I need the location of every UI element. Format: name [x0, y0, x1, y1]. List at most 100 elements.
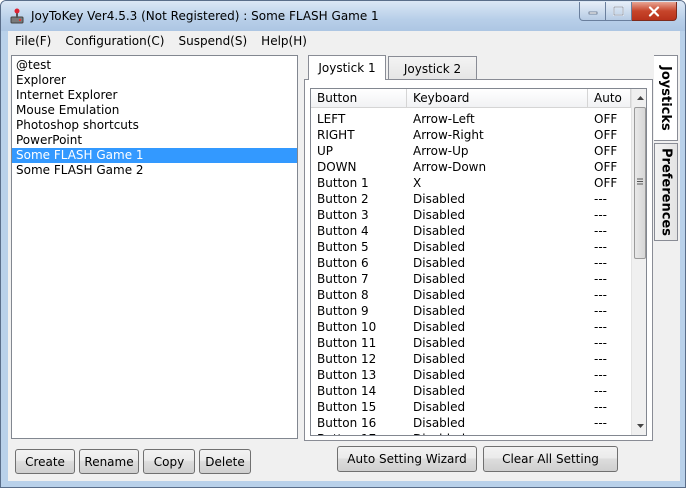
table-row[interactable]: Button 6 Disabled ---: [311, 255, 631, 271]
maximize-button[interactable]: [606, 2, 632, 21]
rename-button[interactable]: Rename: [79, 449, 139, 474]
joystick-tab-pane: Button Keyboard Auto LEFT Arrow-Left OFF RI…: [304, 79, 653, 441]
close-button[interactable]: [632, 2, 677, 21]
menu-help[interactable]: Help(H): [254, 34, 314, 48]
cell-keyboard: Disabled: [413, 352, 466, 366]
create-button[interactable]: Create: [15, 449, 75, 474]
cell-button: Button 3: [317, 208, 369, 222]
header-keyboard[interactable]: Keyboard: [407, 89, 588, 108]
table-row[interactable]: Button 11 Disabled ---: [311, 335, 631, 351]
cell-button: Button 8: [317, 288, 369, 302]
cell-button: LEFT: [317, 112, 346, 126]
list-item[interactable]: Some FLASH Game 2: [12, 163, 297, 178]
tab-preferences[interactable]: Preferences: [654, 143, 678, 241]
list-item[interactable]: PowerPoint: [12, 133, 297, 148]
header-auto[interactable]: Auto: [588, 89, 631, 108]
header-button[interactable]: Button: [311, 89, 407, 108]
cell-auto: OFF: [594, 112, 618, 126]
cell-button: Button 11: [317, 336, 377, 350]
cell-button: Button 17: [317, 431, 376, 435]
table-row[interactable]: RIGHT Arrow-Right OFF: [311, 127, 631, 143]
cell-keyboard: Disabled: [413, 288, 466, 302]
table-row[interactable]: LEFT Arrow-Left OFF: [311, 111, 631, 127]
cell-auto: OFF: [594, 160, 618, 174]
minimize-button[interactable]: [579, 2, 606, 21]
cell-button: Button 15: [317, 400, 377, 414]
cell-button: Button 4: [317, 224, 369, 238]
list-item[interactable]: Photoshop shortcuts: [12, 118, 297, 133]
cell-auto: OFF: [594, 144, 618, 158]
scroll-down-button[interactable]: [632, 417, 646, 434]
minimize-icon: [588, 11, 597, 15]
table-row[interactable]: Button 12 Disabled ---: [311, 351, 631, 367]
cell-auto: ---: [594, 192, 607, 206]
table-row[interactable]: Button 3 Disabled ---: [311, 207, 631, 223]
menu-file[interactable]: File(F): [8, 34, 58, 48]
table-row[interactable]: Button 14 Disabled ---: [311, 383, 631, 399]
cell-button: Button 1: [317, 176, 369, 190]
tab-joysticks[interactable]: Joysticks: [654, 55, 678, 141]
table-row[interactable]: Button 15 Disabled ---: [311, 399, 631, 415]
cell-keyboard: Arrow-Left: [413, 112, 475, 126]
cell-keyboard: Disabled: [413, 416, 466, 430]
table-row[interactable]: Button 2 Disabled ---: [311, 191, 631, 207]
cell-auto: ---: [594, 208, 607, 222]
cell-keyboard: Disabled: [413, 192, 466, 206]
cell-auto: ---: [594, 400, 607, 414]
table-row[interactable]: Button 13 Disabled ---: [311, 367, 631, 383]
table-header: Button Keyboard Auto: [311, 89, 631, 108]
cell-keyboard: Disabled: [413, 384, 466, 398]
table-row[interactable]: Button 7 Disabled ---: [311, 271, 631, 287]
close-icon: [648, 5, 660, 17]
cell-keyboard: Disabled: [413, 368, 466, 382]
table-row[interactable]: Button 16 Disabled ---: [311, 415, 631, 431]
scroll-thumb[interactable]: [634, 107, 646, 259]
title-bar[interactable]: JoyToKey Ver4.5.3 (Not Registered) : Som…: [1, 1, 685, 31]
cell-keyboard: Disabled: [413, 224, 466, 238]
table-row[interactable]: Button 5 Disabled ---: [311, 239, 631, 255]
maximize-icon: [613, 6, 624, 16]
delete-button[interactable]: Delete: [199, 449, 251, 474]
auto-setting-wizard-button[interactable]: Auto Setting Wizard: [337, 446, 477, 472]
copy-button[interactable]: Copy: [143, 449, 195, 474]
list-item[interactable]: Explorer: [12, 73, 297, 88]
cell-keyboard: Arrow-Up: [413, 144, 469, 158]
table-row[interactable]: Button 8 Disabled ---: [311, 287, 631, 303]
cell-auto: ---: [594, 256, 607, 270]
tab-preferences-label: Preferences: [658, 148, 674, 236]
clear-all-setting-button[interactable]: Clear All Setting: [483, 446, 618, 472]
cell-auto: ---: [594, 384, 607, 398]
menu-configuration[interactable]: Configuration(C): [58, 34, 171, 48]
window-title: JoyToKey Ver4.5.3 (Not Registered) : Som…: [31, 9, 379, 23]
grip-icon: [637, 178, 643, 185]
arrow-up-icon: [636, 95, 644, 100]
table-row[interactable]: Button 17 Disabled ---: [311, 431, 631, 435]
cell-keyboard: Disabled: [413, 272, 466, 286]
table-row[interactable]: DOWN Arrow-Down OFF: [311, 159, 631, 175]
scroll-up-button[interactable]: [632, 89, 646, 106]
table-row[interactable]: Button 1 X OFF: [311, 175, 631, 191]
table-row[interactable]: Button 9 Disabled ---: [311, 303, 631, 319]
button-mapping-table: Button Keyboard Auto LEFT Arrow-Left OFF RI…: [310, 88, 647, 436]
cell-button: Button 12: [317, 352, 377, 366]
table-row[interactable]: Button 4 Disabled ---: [311, 223, 631, 239]
profile-list[interactable]: @test Explorer Internet Explorer Mouse Emul…: [11, 55, 298, 439]
cell-keyboard: Disabled: [413, 431, 465, 435]
cell-auto: ---: [594, 304, 607, 318]
menu-suspend[interactable]: Suspend(S): [171, 34, 254, 48]
list-item[interactable]: Internet Explorer: [12, 88, 297, 103]
cell-keyboard: Disabled: [413, 256, 466, 270]
tab-joystick-2[interactable]: Joystick 2: [388, 56, 477, 80]
tab-joystick-1[interactable]: Joystick 1: [308, 55, 386, 80]
table-row[interactable]: Button 10 Disabled ---: [311, 319, 631, 335]
vertical-scrollbar[interactable]: [631, 89, 646, 435]
cell-button: Button 9: [317, 304, 369, 318]
cell-button: Button 16: [317, 416, 377, 430]
list-item[interactable]: @test: [12, 58, 297, 73]
table-row[interactable]: UP Arrow-Up OFF: [311, 143, 631, 159]
cell-auto: ---: [594, 272, 607, 286]
cell-auto: ---: [594, 368, 607, 382]
cell-keyboard: Arrow-Down: [413, 160, 487, 174]
list-item[interactable]: Some FLASH Game 1: [12, 148, 297, 163]
list-item[interactable]: Mouse Emulation: [12, 103, 297, 118]
